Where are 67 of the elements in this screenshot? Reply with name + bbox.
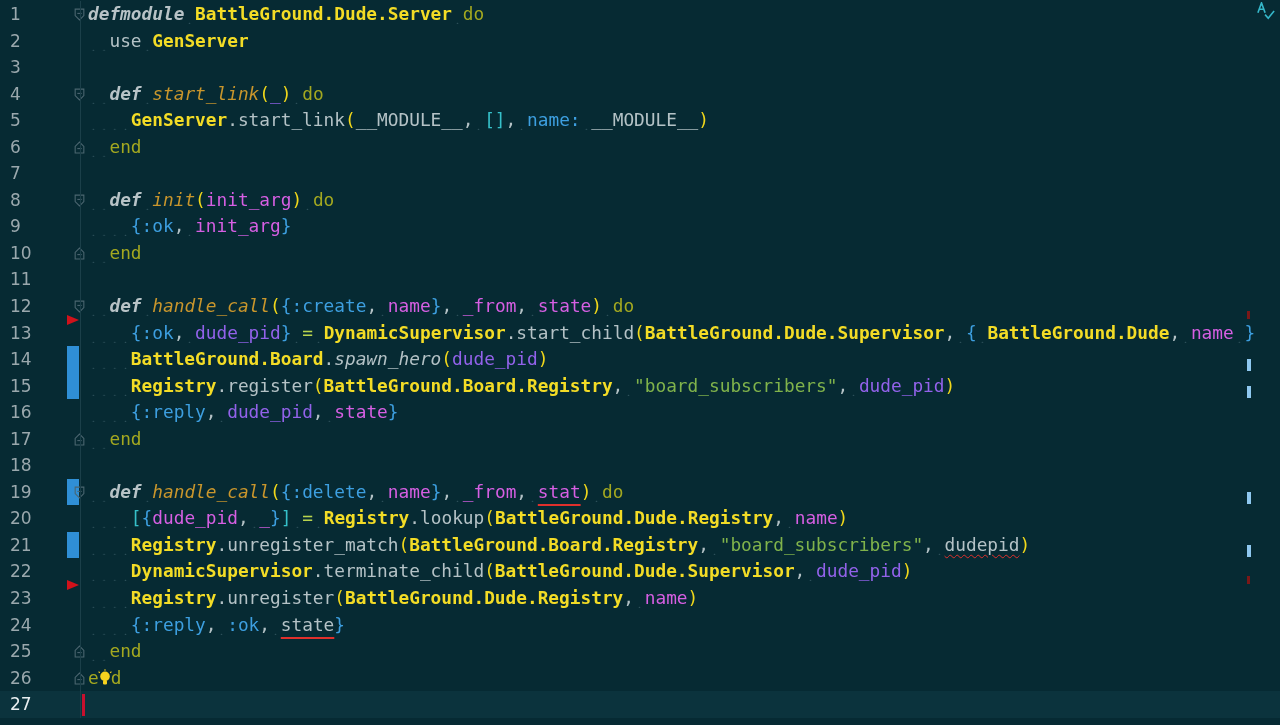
code-line: end — [88, 425, 142, 453]
line-number: 4 — [10, 82, 21, 106]
line-number: 5 — [10, 109, 21, 133]
change-marker[interactable] — [67, 531, 79, 559]
line-number: 11 — [10, 268, 32, 292]
code-line: end — [88, 638, 142, 665]
line-number: 27 — [10, 693, 32, 717]
change-marker[interactable] — [67, 372, 79, 400]
line-number: 1 — [10, 3, 21, 26]
line-number: 20 — [10, 507, 32, 531]
line-number: 3 — [10, 56, 21, 80]
line-number: 6 — [10, 135, 21, 159]
line-number: 23 — [10, 587, 32, 611]
line-number: 9 — [10, 215, 21, 239]
fold-end-icon[interactable] — [74, 246, 85, 260]
line-number: 10 — [10, 241, 32, 265]
code-line: def init(init_arg) do — [88, 186, 335, 214]
line-number: 24 — [10, 613, 32, 637]
change-marker[interactable] — [67, 478, 79, 506]
code-line: GenServer.start_link(__MODULE__, [], name: __MODULE__) — [88, 107, 710, 134]
fold-icon[interactable] — [74, 300, 85, 313]
code-line: use GenServer — [88, 27, 249, 55]
deletion-marker-icon[interactable] — [67, 314, 79, 325]
line-number: 7 — [10, 162, 21, 186]
code-text: d — [110, 665, 122, 690]
deletion-marker-icon[interactable] — [67, 580, 79, 591]
fold-end-icon[interactable] — [74, 645, 85, 659]
code-line: end — [88, 133, 142, 161]
code-line: defmodule BattleGround.Dude.Server do — [88, 2, 485, 26]
code-line: def handle_call({:create, name}, _from, state) do — [88, 293, 635, 320]
fold-icon[interactable] — [74, 8, 85, 21]
code-line: {:ok, dude_pid} = DynamicSupervisor.start_child(BattleGround.Dude.Supervisor, { BattleGround.Dude, name } — [88, 319, 1256, 347]
line-number: 22 — [10, 560, 32, 584]
code-line: {:reply, dude_pid, state} — [88, 399, 399, 426]
change-marker[interactable] — [67, 346, 79, 373]
fold-end-icon[interactable] — [74, 671, 85, 685]
code-line: def start_link(_) do — [88, 80, 324, 108]
code-line: {:ok, init_arg} — [88, 213, 292, 240]
line-number: 21 — [10, 533, 32, 557]
fold-icon[interactable] — [74, 485, 85, 499]
code-text: e — [88, 665, 99, 690]
code-line: Registry.unregister_match(BattleGround.Board.Registry, "board_subscribers", dudepid) — [88, 531, 1031, 559]
line-number: 8 — [10, 188, 21, 212]
line-number: 17 — [10, 427, 32, 451]
code-line: BattleGround.Board.spawn_hero(dude_pid) — [88, 346, 549, 373]
spellcheck-icon[interactable] — [1256, 2, 1276, 20]
fold-end-icon[interactable] — [74, 140, 85, 154]
line-number: 2 — [10, 29, 21, 53]
code-line: Registry.register(BattleGround.Board.Registry, "board_subscribers", dude_pid) — [88, 372, 956, 400]
code-line: end — [88, 239, 142, 267]
line-number: 16 — [10, 401, 32, 425]
code-line: {:reply, :ok, state} — [88, 611, 345, 639]
code-line: [{dude_pid, _}] = Registry.lookup(BattleGround.Dude.Registry, name) — [88, 505, 849, 532]
fold-end-icon[interactable] — [74, 432, 85, 446]
fold-icon[interactable] — [74, 87, 85, 101]
fold-icon[interactable] — [74, 193, 85, 207]
line-number: 25 — [10, 640, 32, 664]
code-line: DynamicSupervisor.terminate_child(BattleGround.Dude.Supervisor, dude_pid) — [88, 558, 913, 586]
code-line: def handle_call({:delete, name}, _from, stat) do — [88, 478, 624, 506]
line-number: 19 — [10, 480, 32, 504]
line-number: 12 — [10, 295, 32, 318]
line-number: 14 — [10, 348, 32, 372]
line-number: 15 — [10, 374, 32, 398]
code-line: Registry.unregister(BattleGround.Dude.Registry, name) — [88, 585, 699, 612]
line-number: 26 — [10, 666, 32, 690]
line-number: 13 — [10, 321, 32, 345]
line-number: 18 — [10, 454, 32, 478]
